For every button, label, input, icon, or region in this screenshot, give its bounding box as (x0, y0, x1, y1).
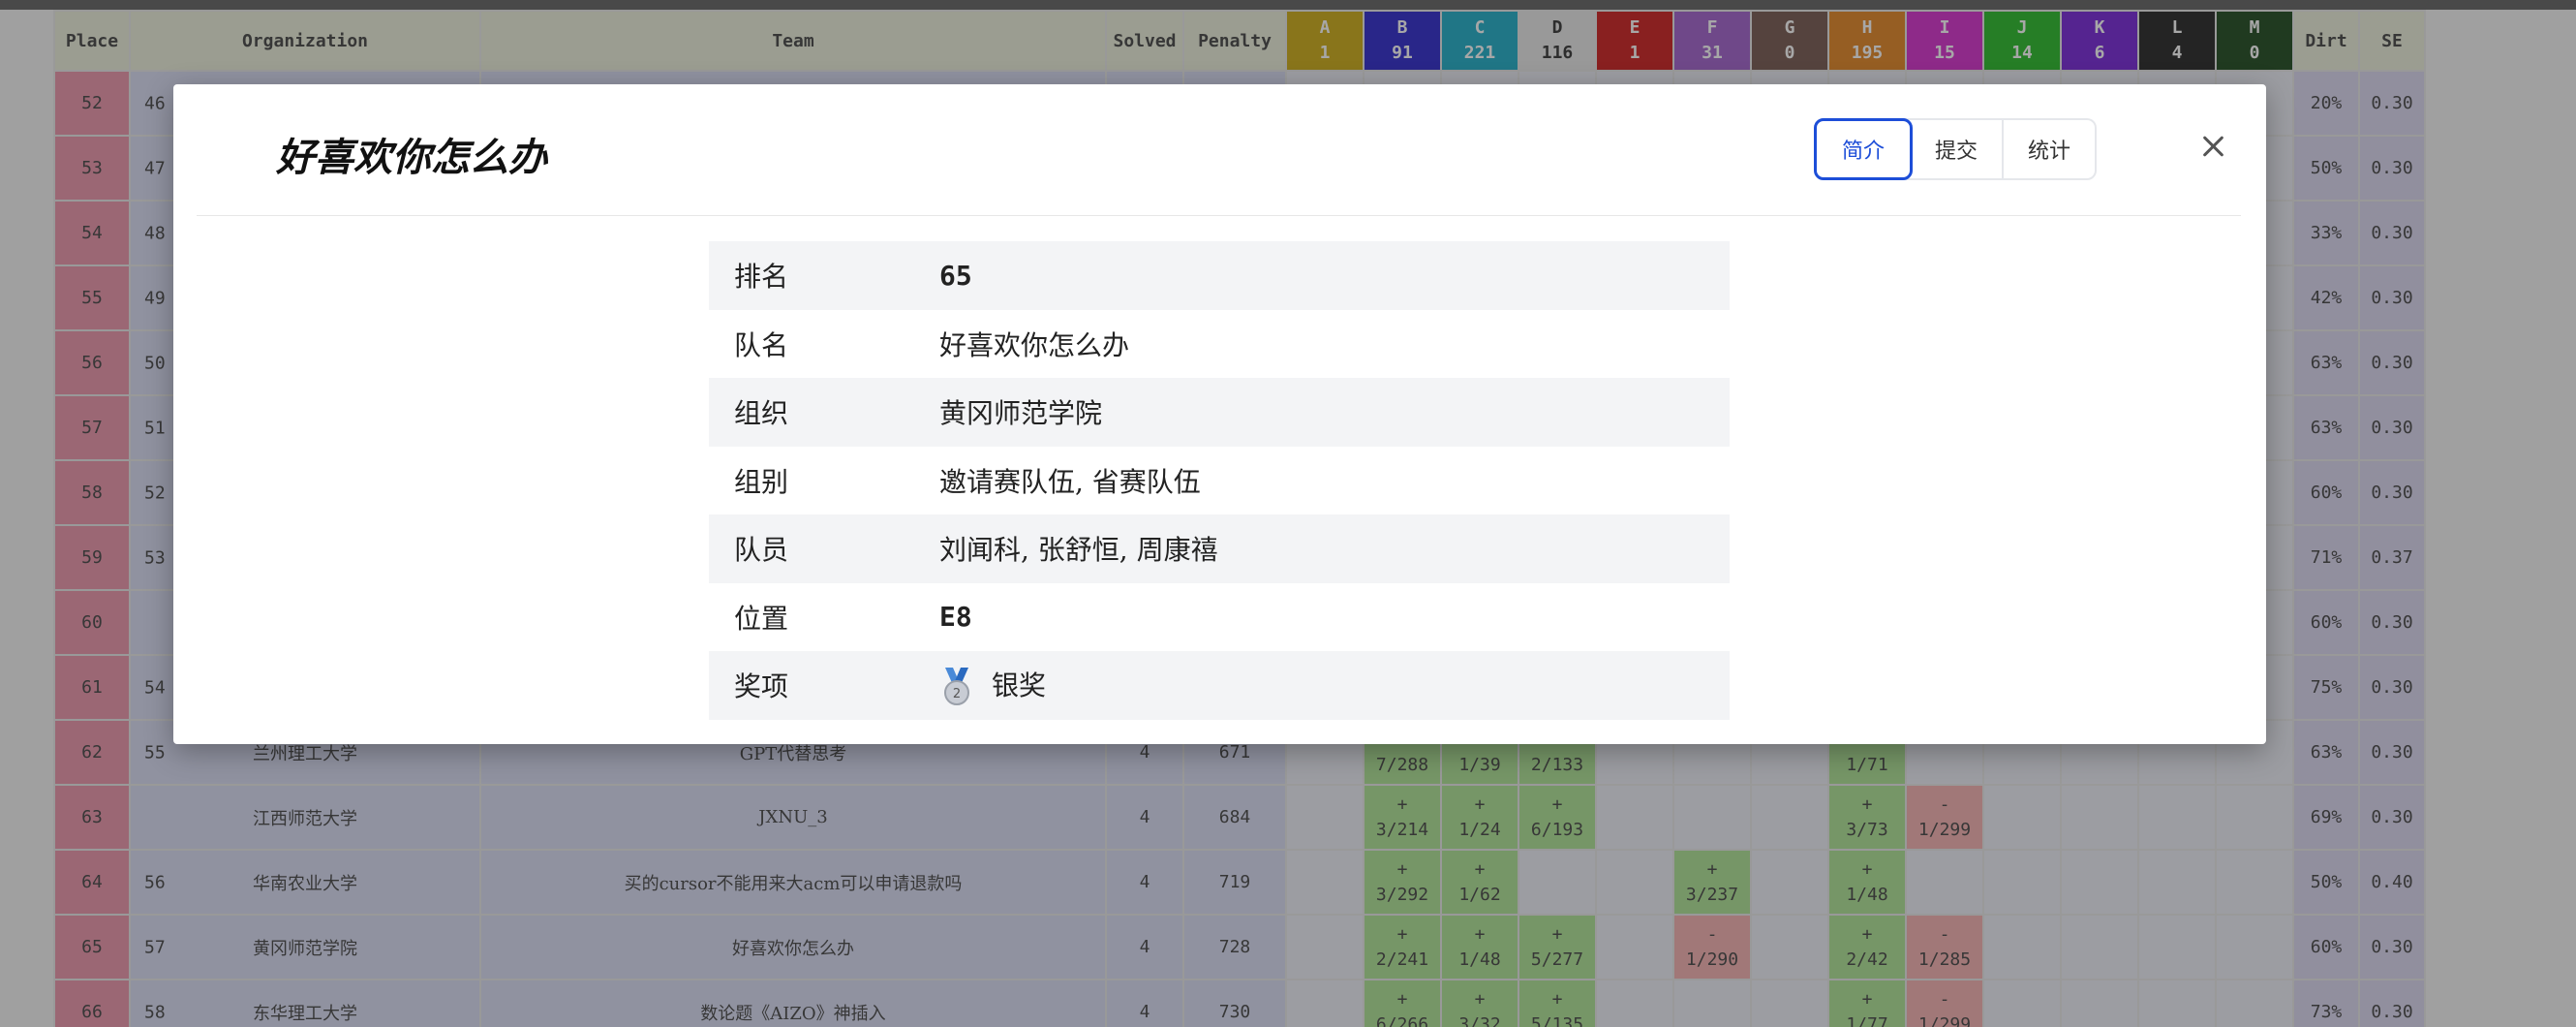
modal-tabs: 简介 提交 统计 (1814, 118, 2097, 180)
tab-overview[interactable]: 简介 (1814, 118, 1913, 180)
info-row: 排名 65 (709, 241, 1730, 310)
tab-statistics[interactable]: 统计 (2004, 120, 2095, 178)
info-value: 65 (939, 259, 972, 292)
info-key: 队名 (734, 328, 789, 361)
modal-divider (197, 215, 2241, 216)
info-value: 好喜欢你怎么办 (939, 328, 1130, 361)
info-value: 黄冈师范学院 (939, 397, 1103, 430)
team-info-list: 排名 65 队名 好喜欢你怎么办组织 黄冈师范学院组别 邀请赛队伍, 省赛队伍队员 刘闻科,… (709, 241, 1730, 720)
info-row: 组织 黄冈师范学院 (709, 378, 1730, 447)
info-value: 2 银奖 (939, 665, 1730, 707)
tab-submissions[interactable]: 提交 (1911, 120, 2004, 178)
info-key: 奖项 (734, 670, 789, 703)
info-key: 排名 (734, 261, 789, 294)
team-detail-modal: 好喜欢你怎么办 简介 提交 统计 排名 65 队名 好喜欢你怎么办组织 黄冈师范学院组别… (173, 84, 2266, 744)
info-value: 邀请赛队伍, 省赛队伍 (939, 465, 1201, 498)
info-key: 组织 (734, 397, 789, 430)
close-icon[interactable] (2193, 127, 2232, 166)
info-key: 位置 (734, 602, 789, 635)
info-key: 队员 (734, 534, 789, 567)
medal-number: 2 (953, 687, 961, 701)
silver-medal-icon: 2 (939, 668, 974, 706)
info-key: 组别 (734, 465, 789, 498)
award-text: 银奖 (992, 669, 1047, 701)
info-row: 奖项 2 银奖 (709, 651, 1730, 720)
info-row: 队员 刘闻科, 张舒恒, 周康禧 (709, 514, 1730, 583)
info-row: 队名 好喜欢你怎么办 (709, 310, 1730, 379)
info-row: 位置 E8 (709, 583, 1730, 652)
info-value: 刘闻科, 张舒恒, 周康禧 (939, 534, 1218, 567)
info-row: 组别 邀请赛队伍, 省赛队伍 (709, 447, 1730, 515)
info-value: E8 (939, 601, 972, 634)
modal-title: 好喜欢你怎么办 (276, 136, 547, 180)
